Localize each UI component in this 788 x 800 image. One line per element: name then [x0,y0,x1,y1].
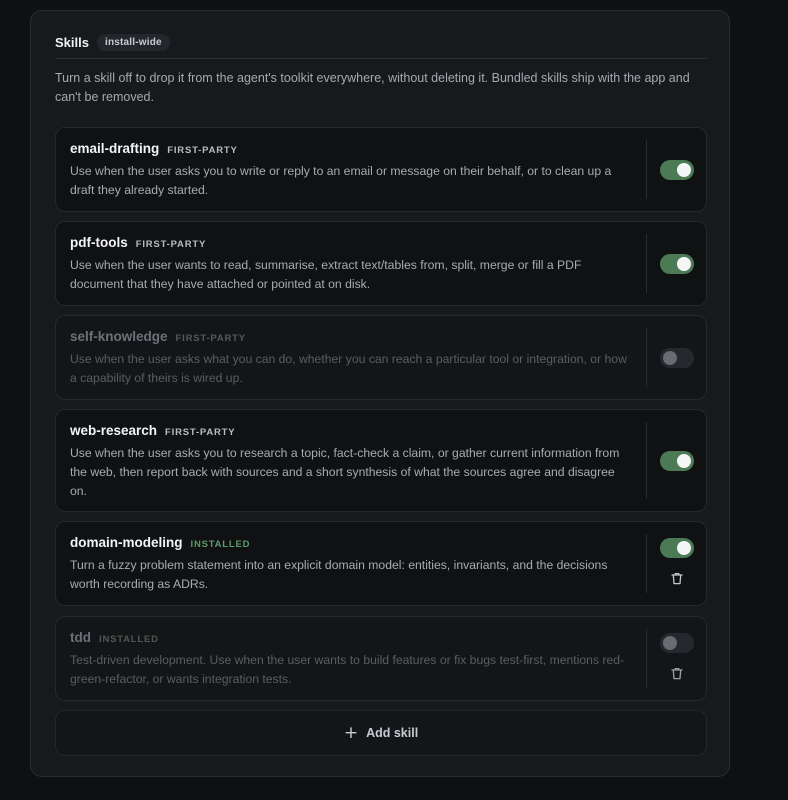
trash-icon [671,572,683,584]
skill-description: Use when the user asks you to write or r… [70,164,612,197]
skill-toggle-email-drafting[interactable] [660,160,694,180]
add-skill-label: Add skill [366,726,419,740]
skill-source-tag: FIRST-PARTY [167,145,238,156]
skill-description: Use when the user asks what you can do, … [70,352,627,385]
skill-source-tag: INSTALLED [99,634,159,645]
skill-toggle-self-knowledge[interactable] [660,348,694,368]
skill-card-email-drafting: email-drafting FIRST-PARTY Use when the … [55,127,707,212]
toggle-knob [677,257,691,271]
card-divider [646,140,647,199]
skill-description: Use when the user wants to read, summari… [70,258,582,291]
skill-name: web-research [70,423,158,438]
card-divider [646,629,647,688]
panel-header: Skills install-wide [55,33,707,59]
add-skill-button[interactable]: + Add skill [55,710,707,756]
skill-source-tag: FIRST-PARTY [135,239,207,250]
toggle-knob [677,541,691,555]
skill-description: Test-driven development. Use when the us… [70,653,625,686]
skill-description: Use when the user asks you to research a… [70,446,620,498]
scope-badge: install-wide [96,34,170,51]
delete-skill-button[interactable] [668,664,686,682]
skill-name: tdd [70,630,91,645]
panel-title: Skills [55,35,89,50]
toggle-knob [677,163,691,177]
skill-card-domain-modeling: domain-modeling INSTALLED Turn a fuzzy p… [55,521,707,606]
card-divider [646,328,647,387]
toggle-knob [663,351,677,365]
skill-card-tdd: tdd INSTALLED Test-driven development. U… [55,616,707,701]
skill-toggle-tdd[interactable] [660,633,694,653]
skill-source-tag: FIRST-PARTY [165,427,236,438]
plus-icon: + [343,722,359,743]
panel-description: Turn a skill off to drop it from the age… [55,71,690,104]
skill-card-pdf-tools: pdf-tools FIRST-PARTY Use when the user … [55,221,707,306]
trash-icon [671,667,683,679]
toggle-knob [677,454,691,468]
skill-toggle-domain-modeling[interactable] [660,538,694,558]
skill-toggle-pdf-tools[interactable] [660,254,694,274]
card-divider [646,534,647,593]
skill-name: self-knowledge [70,329,168,344]
skill-name: pdf-tools [70,235,128,250]
skill-card-self-knowledge: self-knowledge FIRST-PARTY Use when the … [55,315,707,400]
skill-source-tag: INSTALLED [190,539,251,550]
card-divider [646,422,647,499]
delete-skill-button[interactable] [668,569,686,587]
skill-card-web-research: web-research FIRST-PARTY Use when the us… [55,409,707,512]
toggle-knob [663,636,677,650]
skill-description: Turn a fuzzy problem statement into an e… [70,558,608,591]
skill-toggle-web-research[interactable] [660,451,694,471]
skill-name: email-drafting [70,141,160,156]
skill-source-tag: FIRST-PARTY [175,333,246,344]
skill-name: domain-modeling [70,535,183,550]
skills-panel: Skills install-wide Turn a skill off to … [30,10,730,777]
card-divider [646,234,647,293]
